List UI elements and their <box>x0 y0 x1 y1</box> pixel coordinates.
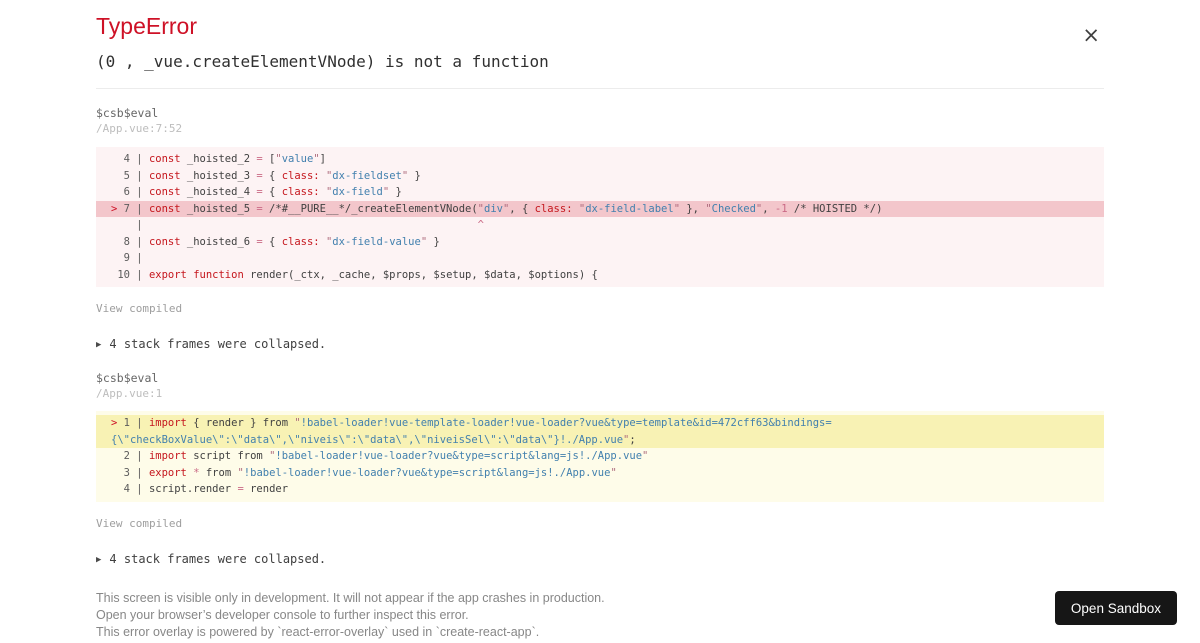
code-line: 5 | const _hoisted_3 = { class: "dx-fiel… <box>111 169 421 182</box>
expand-icon: ▶ <box>96 340 102 350</box>
footer-note-console: Open your browser’s developer console to… <box>96 607 469 622</box>
collapsed-frames-toggle[interactable]: ▶ 4 stack frames were collapsed. <box>96 551 1104 567</box>
footer-note-overlay: This error overlay is powered by `react-… <box>96 624 540 639</box>
code-line: 2 | import script from "!babel-loader!vu… <box>111 450 649 462</box>
frame-source-location: /App.vue:7:52 <box>96 122 183 135</box>
frame-source-location: /App.vue:1 <box>96 387 163 400</box>
code-line: > 7 | const _hoisted_5 = /*#__PURE__*/_c… <box>96 200 1104 217</box>
code-block-warning: > 1 | import { render } from "!babel-loa… <box>96 411 1104 502</box>
error-title: TypeError <box>96 13 197 39</box>
footer-notes: This screen is visible only in developme… <box>96 590 1104 641</box>
code-line: 8 | const _hoisted_6 = { class: "dx-fiel… <box>111 235 440 248</box>
divider <box>96 88 1104 89</box>
error-message: (0 , _vue.createElementVNode) is not a f… <box>96 52 549 71</box>
frame-function-name: $csb$eval <box>96 371 159 385</box>
close-button[interactable]: × <box>1080 23 1102 48</box>
code-line: | ^ <box>111 219 484 231</box>
expand-icon: ▶ <box>96 554 102 565</box>
collapsed-frames-label: 4 stack frames were collapsed. <box>109 551 327 566</box>
code-line: 4 | script.render = render <box>111 483 289 495</box>
code-line: 6 | const _hoisted_4 = { class: "dx-fiel… <box>111 186 402 198</box>
code-line: {\"checkBoxValue\":\"data\",\"niveis\":\… <box>96 431 1104 448</box>
frame-function-name: $csb$eval <box>96 106 159 120</box>
code-line: 9 | <box>111 252 149 264</box>
open-sandbox-button[interactable]: Open Sandbox <box>1054 591 1177 625</box>
view-compiled-link[interactable]: View compiled <box>96 303 182 315</box>
code-line: > 1 | import { render } from "!babel-loa… <box>96 415 1104 432</box>
code-block-error: 4 | const _hoisted_2 = ["value"] 5 | con… <box>96 147 1104 287</box>
code-line: 3 | export * from "!babel-loader!vue-loa… <box>111 466 617 479</box>
code-line: 10 | export function render(_ctx, _cache… <box>111 268 598 281</box>
collapsed-frames-toggle[interactable]: ▶ 4 stack frames were collapsed. <box>96 338 1104 352</box>
footer-note-development: This screen is visible only in developme… <box>96 590 605 605</box>
code-line: 4 | const _hoisted_2 = ["value"] <box>111 153 326 165</box>
collapsed-frames-label: 4 stack frames were collapsed. <box>109 337 327 351</box>
view-compiled-link[interactable]: View compiled <box>96 517 182 530</box>
close-icon: × <box>1082 23 1100 47</box>
error-overlay: TypeError (0 , _vue.createElementVNode) … <box>0 13 1200 641</box>
